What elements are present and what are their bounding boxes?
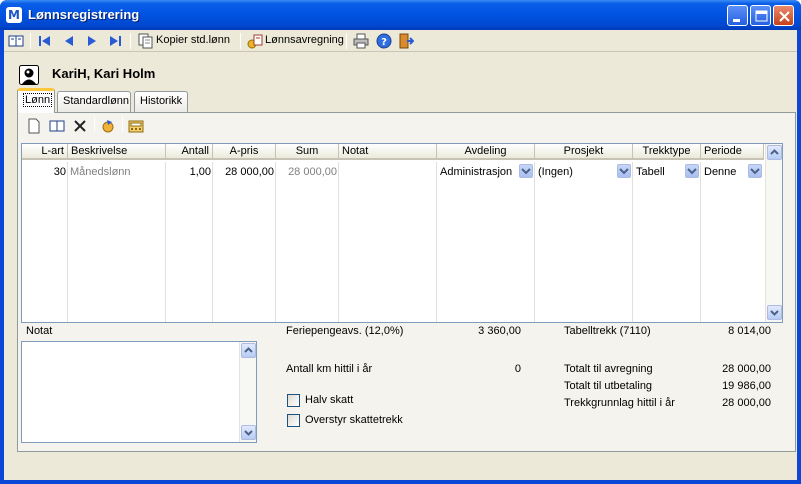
payroll-button[interactable]: Lønnsavregning [265, 34, 344, 46]
minimize-button[interactable] [727, 5, 748, 26]
app-icon: M [6, 7, 22, 23]
prosjekt-dropdown[interactable]: (Ingen) [535, 164, 633, 178]
cell-sum: 28 000,00 [288, 166, 337, 178]
first-record-icon[interactable] [37, 33, 53, 49]
grid-toolbar [18, 113, 795, 139]
avdeling-value: Administrasjon [440, 166, 513, 178]
col-header-prosjekt[interactable]: Prosjekt [535, 144, 633, 160]
open-icon[interactable] [49, 118, 65, 134]
chevron-down-icon[interactable] [617, 164, 631, 178]
main-toolbar: Kopier std.lønn Lønnsavregning ? [4, 30, 797, 52]
help-icon[interactable]: ? [376, 33, 392, 49]
halv-skatt-checkbox[interactable] [287, 394, 300, 407]
tabelltrekk-label: Tabelltrekk (7110) [564, 325, 651, 337]
close-button[interactable] [773, 5, 794, 26]
avregning-value: 28 000,00 [722, 363, 771, 375]
col-header-notat[interactable]: Notat [339, 144, 437, 160]
tab-panel: L-art Beskrivelse Antall A-pris Sum Nota… [17, 112, 796, 452]
scroll-up-button[interactable] [767, 145, 782, 160]
scroll-down-button[interactable] [767, 305, 782, 320]
overstyr-checkbox[interactable] [287, 414, 300, 427]
cell-antall[interactable]: 1,00 [166, 166, 211, 178]
refresh-icon[interactable] [100, 118, 116, 134]
window: M Lønnsregistrering Kopier std.lønn Lønn… [0, 0, 801, 484]
calculate-icon[interactable] [128, 118, 144, 134]
book-icon[interactable] [8, 33, 24, 49]
exit-icon[interactable] [398, 33, 414, 49]
trekktype-dropdown[interactable]: Tabell [633, 164, 701, 178]
trekktype-value: Tabell [636, 166, 665, 178]
person-name: KariH, Kari Holm [52, 66, 156, 81]
utbetaling-label: Totalt til utbetaling [564, 380, 653, 392]
scroll-up-button[interactable] [241, 343, 256, 358]
next-record-icon[interactable] [84, 33, 100, 49]
last-record-icon[interactable] [107, 33, 123, 49]
periode-dropdown[interactable]: Denne [701, 164, 764, 178]
grid-scrollbar[interactable] [765, 144, 782, 322]
new-icon[interactable] [26, 118, 42, 134]
prev-record-icon[interactable] [61, 33, 77, 49]
km-value: 0 [514, 363, 521, 375]
tabelltrekk-value: 8 014,00 [728, 325, 771, 337]
cell-lart[interactable]: 30 [22, 166, 66, 178]
maximize-button[interactable] [750, 5, 771, 26]
col-header-avdeling[interactable]: Avdeling [437, 144, 535, 160]
pay-lines-grid: L-art Beskrivelse Antall A-pris Sum Nota… [21, 143, 783, 323]
avdeling-dropdown[interactable]: Administrasjon [437, 164, 535, 178]
tab-lonn[interactable]: Lønn [17, 88, 55, 113]
person-icon [19, 65, 39, 85]
window-title: Lønnsregistrering [28, 7, 140, 22]
notat-scrollbar[interactable] [239, 342, 256, 442]
overstyr-label[interactable]: Overstyr skattetrekk [305, 414, 403, 426]
cell-apris[interactable]: 28 000,00 [213, 166, 274, 178]
print-icon[interactable] [353, 33, 369, 49]
tab-historikk[interactable]: Historikk [134, 91, 188, 112]
notat-label: Notat [26, 325, 53, 337]
delete-icon[interactable] [72, 118, 88, 134]
col-header-beskrivelse[interactable]: Beskrivelse [68, 144, 166, 160]
payroll-icon[interactable] [247, 33, 263, 49]
cell-beskrivelse[interactable]: Månedslønn [70, 166, 131, 178]
title-bar[interactable]: M Lønnsregistrering [0, 0, 801, 30]
col-header-lart[interactable]: L-art [22, 144, 68, 160]
scroll-down-button[interactable] [241, 425, 256, 440]
chevron-down-icon[interactable] [685, 164, 699, 178]
grunnlag-label: Trekkgrunnlag hittil i år [564, 397, 675, 409]
avregning-label: Totalt til avregning [564, 363, 653, 375]
prosjekt-value: (Ingen) [538, 166, 573, 178]
notat-textarea[interactable] [21, 341, 257, 443]
chevron-down-icon[interactable] [519, 164, 533, 178]
feriepenge-value: 3 360,00 [478, 325, 521, 337]
copy-std-button[interactable]: Kopier std.lønn [156, 34, 230, 46]
col-header-sum[interactable]: Sum [276, 144, 339, 160]
km-label: Antall km hittil i år [286, 363, 373, 375]
col-header-antall[interactable]: Antall [166, 144, 213, 160]
periode-value: Denne [704, 166, 737, 178]
tab-standardlonn[interactable]: Standardlønn [57, 91, 131, 112]
col-header-periode[interactable]: Periode [701, 144, 764, 160]
feriepenge-label: Feriepengeavs. (12,0%) [286, 325, 404, 337]
copy-icon[interactable] [138, 33, 154, 49]
client-area: Kopier std.lønn Lønnsavregning ? KariH, … [4, 30, 797, 480]
grunnlag-value: 28 000,00 [722, 397, 771, 409]
col-header-trekktype[interactable]: Trekktype [633, 144, 701, 160]
halv-skatt-label[interactable]: Halv skatt [305, 394, 353, 406]
chevron-down-icon[interactable] [748, 164, 762, 178]
utbetaling-value: 19 986,00 [722, 380, 771, 392]
svg-text:?: ? [381, 37, 387, 48]
col-header-apris[interactable]: A-pris [213, 144, 276, 160]
